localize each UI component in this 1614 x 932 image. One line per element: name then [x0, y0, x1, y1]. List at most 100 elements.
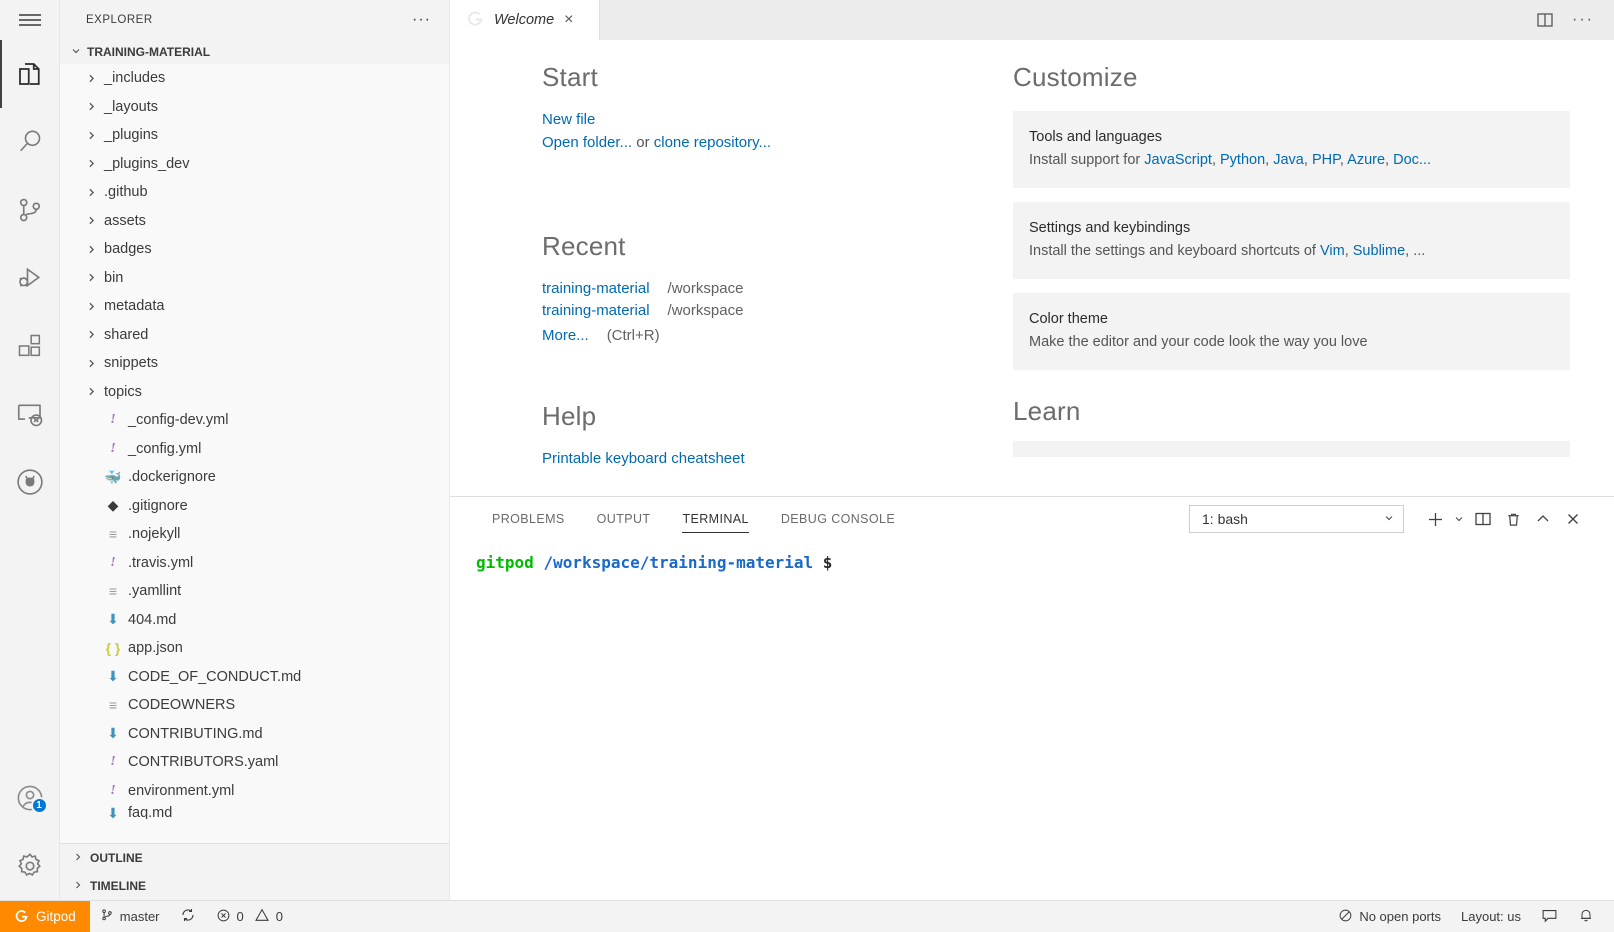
tree-file-row[interactable]: ≡ .yamllint [60, 577, 449, 606]
tree-file-row[interactable]: ⬇ CONTRIBUTING.md [60, 720, 449, 749]
explorer-root-folder[interactable]: TRAINING-MATERIAL [60, 40, 449, 64]
tree-file-row[interactable]: ⬇ faq.md [60, 805, 449, 819]
close-panel-icon[interactable] [1558, 504, 1588, 534]
activity-bar-item-search[interactable] [0, 108, 60, 176]
start-heading: Start [542, 62, 598, 92]
close-icon[interactable]: × [564, 12, 573, 28]
card-title: Color theme [1029, 311, 1108, 327]
recent-more-link[interactable]: More... [542, 327, 589, 344]
split-terminal-icon[interactable] [1468, 504, 1498, 534]
lang-link-java[interactable]: Java [1273, 152, 1304, 168]
activity-bar-item-source-control[interactable] [0, 176, 60, 244]
tree-folder-row[interactable]: snippets [60, 349, 449, 378]
tree-file-row[interactable]: ! .travis.yml [60, 549, 449, 578]
sidebar-more-actions-icon[interactable]: ··· [412, 12, 431, 28]
file-tree[interactable]: _includes _layouts _plugins _plugins_dev .gi… [60, 64, 449, 843]
tree-file-row[interactable]: ≡ CODEOWNERS [60, 691, 449, 720]
tree-folder-row[interactable]: _plugins_dev [60, 150, 449, 179]
customize-card-tools-and-languages[interactable]: Tools and languages Install support for … [1013, 111, 1570, 188]
recent-more-row[interactable]: More... (Ctrl+R) [542, 327, 1001, 344]
clone-repository-link[interactable]: clone repository... [654, 134, 771, 151]
welcome-columns: Start New file Open folder... or clone r… [450, 62, 1614, 473]
lang-link-docker[interactable]: Doc... [1393, 152, 1431, 168]
recent-name[interactable]: training-material [542, 302, 650, 319]
new-terminal-dropdown-icon[interactable] [1450, 504, 1468, 534]
tab-welcome[interactable]: Welcome × [450, 0, 600, 40]
tree-file-row[interactable]: ! _config.yml [60, 435, 449, 464]
panel-tab-output[interactable]: OUTPUT [581, 497, 667, 541]
customize-card-color-theme[interactable]: Color theme Make the editor and your cod… [1013, 293, 1570, 370]
status-feedback-button[interactable] [1531, 901, 1568, 932]
recent-item[interactable]: training-material /workspace [542, 280, 1001, 297]
status-sync-button[interactable] [170, 901, 206, 932]
tree-file-row[interactable]: ! CONTRIBUTORS.yaml [60, 748, 449, 777]
tree-folder-row[interactable]: bin [60, 264, 449, 293]
activity-bar-item-explorer[interactable] [0, 40, 60, 108]
extensions-icon [16, 332, 44, 360]
lang-link-azure[interactable]: Azure [1347, 152, 1385, 168]
sidebar-panel-timeline[interactable]: TIMELINE [60, 872, 449, 900]
open-folder-link[interactable]: Open folder... [542, 134, 632, 151]
tree-file-row[interactable]: { } app.json [60, 634, 449, 663]
panel-tab-debug-console[interactable]: DEBUG CONSOLE [765, 497, 911, 541]
activity-bar-item-extensions[interactable] [0, 312, 60, 380]
panel-tab-problems[interactable]: PROBLEMS [476, 497, 581, 541]
maximize-panel-icon[interactable] [1528, 504, 1558, 534]
kill-terminal-icon[interactable] [1498, 504, 1528, 534]
split-editor-icon[interactable] [1536, 11, 1554, 29]
terminal-prompt-symbol: $ [822, 553, 833, 572]
tree-file-row[interactable]: ◆ .gitignore [60, 492, 449, 521]
keymap-link-vim[interactable]: Vim [1320, 243, 1345, 259]
terminal-output[interactable]: gitpod /workspace/training-material $ [450, 541, 1614, 900]
activity-bar-item-settings[interactable] [0, 832, 60, 900]
tree-folder-row[interactable]: _layouts [60, 93, 449, 122]
tree-folder-row[interactable]: .github [60, 178, 449, 207]
sidebar-header: EXPLORER ··· [60, 0, 449, 40]
lang-link-javascript[interactable]: JavaScript [1144, 152, 1212, 168]
status-notifications-button[interactable] [1568, 901, 1604, 932]
chevron-right-icon [84, 243, 98, 256]
activity-bar-item-account[interactable]: 1 [0, 764, 60, 832]
recent-item[interactable]: training-material /workspace [542, 302, 1001, 319]
customize-card-settings-and-keybindings[interactable]: Settings and keybindings Install the set… [1013, 202, 1570, 279]
status-ports[interactable]: No open ports [1328, 901, 1451, 932]
recent-name[interactable]: training-material [542, 280, 650, 297]
tree-file-row[interactable]: ≡ .nojekyll [60, 520, 449, 549]
activity-bar-item-run-debug[interactable] [0, 244, 60, 312]
tree-file-row[interactable]: ⬇ CODE_OF_CONDUCT.md [60, 663, 449, 692]
lang-link-python[interactable]: Python [1220, 152, 1265, 168]
tree-folder-row[interactable]: shared [60, 321, 449, 350]
tree-folder-row[interactable]: badges [60, 235, 449, 264]
activity-bar-item-remote-explorer[interactable] [0, 380, 60, 448]
status-branch[interactable]: master [90, 901, 170, 932]
tree-file-row[interactable]: ⬇ 404.md [60, 606, 449, 635]
help-cheatsheet-link[interactable]: Printable keyboard cheatsheet [542, 450, 745, 467]
more-actions-icon[interactable]: ··· [1572, 12, 1594, 28]
sidebar-panel-outline[interactable]: OUTLINE [60, 844, 449, 872]
new-terminal-icon[interactable] [1420, 504, 1450, 534]
status-bar-right: No open ports Layout: us [1328, 901, 1614, 932]
hamburger-menu-icon[interactable] [0, 0, 59, 40]
chevron-right-icon [84, 357, 98, 370]
tree-folder-row[interactable]: topics [60, 378, 449, 407]
tree-folder-row[interactable]: _plugins [60, 121, 449, 150]
status-keyboard-layout[interactable]: Layout: us [1451, 901, 1531, 932]
tree-file-row[interactable]: ! _config-dev.yml [60, 406, 449, 435]
panel-tab-terminal[interactable]: TERMINAL [666, 497, 764, 541]
tree-folder-row[interactable]: assets [60, 207, 449, 236]
keymap-link-sublime[interactable]: Sublime [1353, 243, 1405, 259]
tree-file-row[interactable]: 🐳 .dockerignore [60, 463, 449, 492]
tree-file-row[interactable]: ! environment.yml [60, 777, 449, 806]
terminal-selector-dropdown[interactable]: 1: bash [1189, 505, 1404, 533]
new-file-link[interactable]: New file [542, 111, 595, 128]
lang-link-php[interactable]: PHP [1312, 152, 1340, 168]
tree-folder-row[interactable]: metadata [60, 292, 449, 321]
bottom-panel: PROBLEMS OUTPUT TERMINAL DEBUG CONSOLE 1: b… [450, 496, 1614, 900]
activity-bar-item-github[interactable] [0, 448, 60, 516]
status-problems[interactable]: 0 0 [206, 901, 293, 932]
tree-folder-row[interactable]: _includes [60, 64, 449, 93]
no-ports-icon [1338, 908, 1353, 926]
learn-card-partial[interactable] [1013, 441, 1570, 457]
status-gitpod-button[interactable]: Gitpod [0, 900, 90, 932]
